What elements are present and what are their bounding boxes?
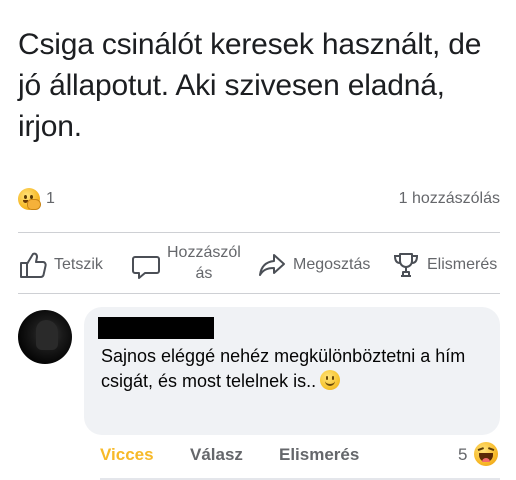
post-stats: 1 1 hozzászólás	[18, 186, 500, 216]
divider	[18, 232, 500, 233]
comment-actions: Vicces Válasz Elismerés 5	[100, 442, 500, 469]
trophy-icon	[393, 253, 419, 277]
reaction-count: 1	[46, 190, 55, 207]
comment-label-line2: ás	[195, 265, 213, 282]
haha-reaction-icon[interactable]	[474, 442, 498, 466]
comment-bubble: Sajnos eléggé nehéz megkülönböztetni a h…	[84, 307, 500, 435]
funny-reaction-button[interactable]: Vicces	[100, 445, 154, 465]
comment-bubble-icon	[132, 256, 160, 279]
author-name-redacted[interactable]	[98, 317, 214, 339]
comment-body: Sajnos eléggé nehéz megkülönböztetni a h…	[101, 346, 466, 391]
thumbs-up-icon	[20, 252, 47, 278]
post-actions-bar: Tetszik Hozzászól ás Megosztás Elismerés	[0, 240, 516, 288]
share-button[interactable]: Megosztás	[257, 250, 370, 280]
like-button[interactable]: Tetszik	[18, 250, 103, 280]
avatar[interactable]	[18, 310, 72, 364]
comment-award-button[interactable]: Elismerés	[279, 445, 359, 465]
share-label: Megosztás	[293, 256, 371, 273]
smiling-face-icon	[320, 370, 341, 390]
comment-text: Sajnos eléggé nehéz megkülönböztetni a h…	[101, 344, 481, 394]
comment-reaction-count[interactable]: 5	[458, 445, 467, 465]
comment-label-line1: Hozzászól	[167, 244, 241, 261]
reply-button[interactable]: Válasz	[190, 445, 243, 465]
care-reaction-icon	[18, 188, 41, 210]
like-label: Tetszik	[54, 256, 103, 273]
reaction-summary[interactable]: 1	[18, 188, 55, 210]
share-arrow-icon	[259, 254, 285, 276]
avatar-figure	[36, 320, 58, 350]
award-label: Elismerés	[427, 256, 498, 273]
award-button[interactable]: Elismerés	[391, 250, 497, 280]
comment-label: Hozzászól ás	[167, 242, 241, 284]
divider	[18, 293, 500, 294]
comment-button[interactable]: Hozzászól ás	[131, 242, 241, 284]
post-text: Csiga csinálót keresek használt, de jó á…	[18, 28, 482, 143]
comment-count-link[interactable]: 1 hozzászólás	[399, 190, 500, 208]
